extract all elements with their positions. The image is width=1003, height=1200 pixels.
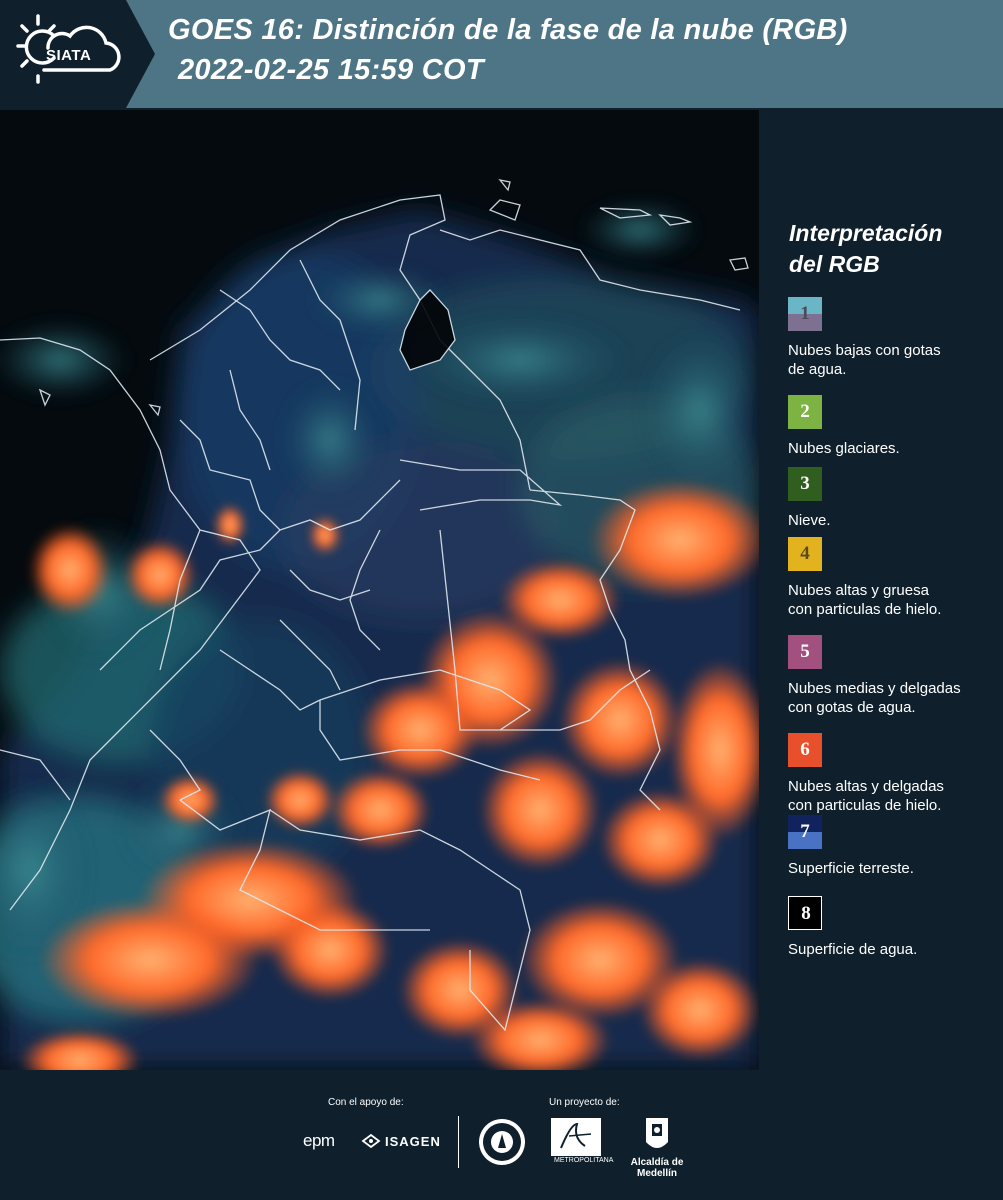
siata-logo: SIATA	[0, 0, 155, 108]
isagen-logo: ISAGEN	[385, 1134, 441, 1149]
legend-label: Superficie terreste.	[788, 859, 998, 878]
university-seal-icon	[479, 1119, 525, 1165]
legend-panel: Interpretación del RGB 1 Nubes bajas con …	[760, 110, 1003, 1070]
legend-item-7: 7 Superficie terreste.	[788, 815, 998, 878]
legend-label: Nubes medias y delgadas con gotas de agua…	[788, 679, 998, 717]
legend-label-line2: con particulas de hielo.	[788, 601, 942, 618]
legend-label-line1: Nubes glaciares.	[788, 440, 900, 457]
legend-swatch-number: 5	[800, 641, 810, 662]
legend-swatch-number: 2	[800, 401, 810, 422]
support-label: Con el apoyo de:	[328, 1097, 404, 1108]
legend-label-line1: Nubes altas y delgadas	[788, 778, 944, 795]
legend-swatch: 6	[788, 733, 822, 767]
legend-label: Nubes altas y delgadas con particulas de …	[788, 777, 998, 815]
isagen-mark-icon	[361, 1133, 381, 1149]
legend-title-line1: Interpretación	[789, 220, 943, 246]
area-metropolitana-logo-icon	[551, 1118, 601, 1156]
footer-divider	[458, 1116, 459, 1168]
legend-title-line2: del RGB	[789, 251, 880, 277]
legend-swatch: 5	[788, 635, 822, 669]
legend-swatch-number: 6	[800, 739, 810, 760]
legend-label-line2: de agua.	[788, 361, 847, 378]
legend-swatch-number: 4	[800, 543, 810, 564]
legend-swatch: 4	[788, 537, 822, 571]
legend-item-5: 5 Nubes medias y delgadas con gotas de agu…	[788, 635, 998, 717]
legend-item-2: 2 Nubes glaciares.	[788, 395, 998, 458]
legend-item-6: 6 Nubes altas y delgadas con particulas de…	[788, 733, 998, 815]
legend-item-4: 4 Nubes altas y gruesa con particulas de h…	[788, 537, 998, 619]
satellite-map	[0, 110, 759, 1070]
epm-logo: epm	[303, 1131, 335, 1150]
legend-label: Nubes bajas con gotas de agua.	[788, 341, 998, 379]
project-label: Un proyecto de:	[549, 1097, 620, 1108]
satellite-image	[0, 110, 759, 1070]
legend-swatch-number: 1	[800, 303, 810, 324]
legend-swatch-number: 8	[801, 903, 811, 924]
legend-label-line1: Superficie terreste.	[788, 860, 914, 877]
legend-swatch-number: 7	[800, 821, 810, 842]
legend-item-1: 1 Nubes bajas con gotas de agua.	[788, 297, 998, 379]
legend-label-line1: Superficie de agua.	[788, 941, 918, 958]
legend-item-8: 8 Superficie de agua.	[788, 896, 998, 959]
legend-label-line1: Nieve.	[788, 512, 831, 529]
legend-label: Nubes altas y gruesa con particulas de hi…	[788, 581, 998, 619]
footer: Con el apoyo de: Un proyecto de: epm ISA…	[0, 1070, 1003, 1200]
legend-title: Interpretación del RGB	[789, 218, 989, 280]
legend-label-line2: con particulas de hielo.	[788, 797, 942, 814]
alcaldia-label: Alcaldía de Medellín	[630, 1157, 684, 1179]
legend-swatch: 7	[788, 815, 822, 849]
legend-label-line2: con gotas de agua.	[788, 699, 916, 716]
legend-label-line1: Nubes bajas con gotas	[788, 342, 941, 359]
legend-label: Superficie de agua.	[788, 940, 998, 959]
legend-swatch: 3	[788, 467, 822, 501]
legend-label: Nieve.	[788, 511, 998, 530]
legend-item-3: 3 Nieve.	[788, 467, 998, 530]
siata-logo-text: SIATA	[46, 47, 92, 64]
page-title: GOES 16: Distinción de la fase de la nub…	[168, 14, 848, 46]
page-timestamp: 2022-02-25 15:59 COT	[178, 54, 484, 86]
legend-swatch: 2	[788, 395, 822, 429]
header-bar: SIATA GOES 16: Distinción de la fase de …	[0, 0, 1003, 108]
legend-swatch: 1	[788, 297, 822, 331]
legend-swatch-number: 3	[800, 473, 810, 494]
legend-swatch: 8	[788, 896, 822, 930]
legend-label: Nubes glaciares.	[788, 439, 998, 458]
legend-label-line1: Nubes medias y delgadas	[788, 680, 961, 697]
area-metropolitana-label: METROPOLITANA	[554, 1157, 614, 1164]
alcaldia-shield-icon	[646, 1118, 668, 1148]
legend-label-line1: Nubes altas y gruesa	[788, 582, 929, 599]
